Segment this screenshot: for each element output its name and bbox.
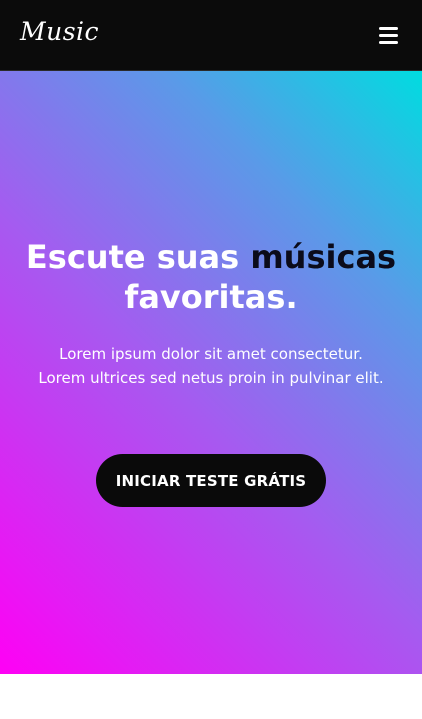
headline-part2: favoritas. bbox=[124, 278, 298, 316]
hamburger-menu-icon-bar bbox=[379, 34, 398, 37]
headline-part1: Escute suas bbox=[25, 238, 240, 276]
hero-description-line1: Lorem ipsum dolor sit amet consectetur. bbox=[59, 345, 363, 363]
hamburger-menu-icon-bar bbox=[379, 41, 398, 44]
hamburger-menu-button[interactable] bbox=[374, 22, 404, 48]
hero-headline: Escute suas músicas favoritas. bbox=[0, 237, 422, 317]
landing-page: Music Escute suas músicas favoritas. Lore… bbox=[0, 0, 422, 719]
page-below-hero bbox=[0, 674, 422, 719]
hero-description: Lorem ipsum dolor sit amet consectetur. L… bbox=[0, 342, 422, 390]
hamburger-menu-icon bbox=[379, 27, 398, 30]
brand-logo[interactable]: Music bbox=[20, 19, 99, 44]
start-free-trial-button[interactable]: INICIAR TESTE GRÁTIS bbox=[96, 454, 326, 507]
navbar: Music bbox=[0, 0, 422, 71]
hero-section: Escute suas músicas favoritas. Lorem ipsu… bbox=[0, 71, 422, 674]
hero-description-line2: Lorem ultrices sed netus proin in pulvin… bbox=[38, 369, 384, 387]
headline-accent: músicas bbox=[250, 238, 397, 276]
